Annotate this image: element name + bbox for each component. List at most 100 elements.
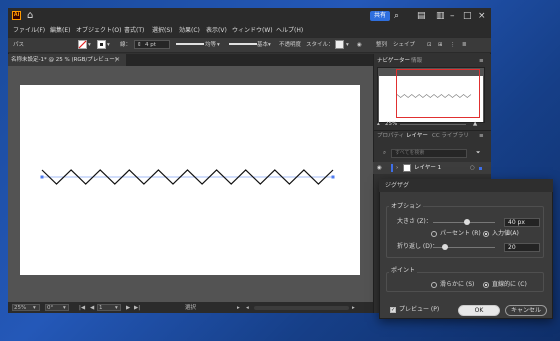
corner-radio[interactable]: [483, 282, 489, 288]
artboard-dropdown-icon[interactable]: ▾: [115, 304, 118, 312]
stroke-weight-value: 4 pt: [145, 42, 156, 48]
workspace-icon[interactable]: ▤: [417, 10, 426, 22]
tab-navigator[interactable]: ナビゲーター: [377, 56, 410, 66]
size-input[interactable]: 40 px: [504, 218, 540, 227]
stroke-dropdown-icon[interactable]: ▾: [107, 41, 110, 49]
transform-icon[interactable]: ⊡: [427, 41, 432, 49]
opacity-label[interactable]: 不透明度: [279, 41, 301, 49]
navigator-zoom-in-icon[interactable]: ▲: [473, 119, 477, 129]
desktop: { "app": { "logo": "Ai", "share_label": …: [0, 0, 560, 341]
layer-color-bar: [391, 164, 393, 172]
document-tab[interactable]: 名称未設定-1* @ 25 % (RGB/プレビュー): [8, 54, 126, 66]
smooth-label: 滑らかに (S): [440, 281, 475, 288]
panel-menu-icon[interactable]: ≣: [462, 41, 467, 49]
artboard-number: 1: [99, 305, 103, 311]
home-icon[interactable]: ⌂: [27, 10, 33, 22]
navigator-zoom-slider[interactable]: [400, 124, 466, 125]
recolor-icon[interactable]: ◉: [357, 41, 362, 49]
stroke-swatch[interactable]: [97, 40, 106, 49]
panel-menu-icon-top[interactable]: ≡: [479, 56, 484, 66]
layer-search-input[interactable]: すべてを検索: [391, 149, 467, 158]
menu-type[interactable]: 書式(T): [124, 26, 144, 35]
graphic-style-swatch[interactable]: [335, 40, 344, 49]
absolute-radio[interactable]: [483, 231, 489, 237]
first-artboard-icon[interactable]: |◀: [79, 304, 85, 312]
close-tab-icon[interactable]: ×: [115, 54, 123, 66]
ridges-input[interactable]: 20: [504, 243, 540, 252]
expand-layer-icon[interactable]: ›: [396, 163, 398, 173]
panel-menu-icon-bottom[interactable]: ≡: [479, 131, 484, 141]
status-menu-icon[interactable]: ▸: [237, 304, 240, 312]
close-window-icon[interactable]: ×: [478, 10, 486, 22]
cancel-button[interactable]: キャンセル: [505, 305, 547, 316]
smooth-radio[interactable]: [431, 282, 437, 288]
percent-label: パーセント (R): [440, 230, 481, 237]
brush-label: 基本: [257, 42, 269, 48]
rotation-value: 0°: [47, 305, 54, 311]
navigator-zoom-out-icon[interactable]: ▴: [377, 119, 380, 129]
share-button[interactable]: 共有: [370, 11, 390, 21]
style-dropdown-icon[interactable]: ▾: [346, 41, 349, 49]
layer-name[interactable]: レイヤー 1: [414, 163, 441, 173]
horizontal-scroll-left-icon[interactable]: ◂: [246, 304, 249, 312]
menu-window[interactable]: ウィンドウ(W): [232, 26, 273, 35]
illustrator-logo: Ai: [12, 11, 21, 20]
arrange-icon[interactable]: ▥: [436, 10, 445, 22]
menu-edit[interactable]: 編集(E): [50, 26, 70, 35]
stroke-stepper-icon[interactable]: ⇕: [137, 41, 142, 49]
minimize-icon[interactable]: –: [450, 10, 455, 22]
variable-width-profile[interactable]: [176, 43, 204, 45]
layer-search-icon: ⌕: [383, 150, 387, 156]
search-icon[interactable]: ⌕: [394, 10, 399, 22]
tab-cc-libraries[interactable]: CC ライブラリ: [432, 131, 469, 141]
path-anchor-start[interactable]: [40, 175, 44, 179]
tab-info[interactable]: 情報: [411, 56, 422, 66]
percent-radio[interactable]: [431, 231, 437, 237]
rotation-dropdown-icon[interactable]: ▾: [63, 304, 66, 312]
corner-label: 直線的に (C): [492, 281, 527, 288]
ok-button[interactable]: OK: [458, 305, 500, 316]
previous-artboard-icon[interactable]: ◀: [90, 304, 94, 312]
layer-target-icon[interactable]: ○: [470, 163, 475, 173]
path-anchor-end[interactable]: [331, 175, 335, 179]
absolute-label: 入力値(A): [492, 230, 519, 237]
menu-select[interactable]: 選択(S): [152, 26, 173, 35]
horizontal-scrollbar[interactable]: [254, 306, 349, 310]
profile-label: 均等: [205, 42, 217, 48]
shape-label[interactable]: シェイプ: [393, 41, 415, 49]
style-label: スタイル：: [306, 42, 334, 48]
points-heading: ポイント: [389, 267, 418, 275]
select-similar-icon[interactable]: ⋮: [450, 41, 456, 49]
layer-selection-indicator: [479, 167, 482, 170]
tab-layers[interactable]: レイヤー: [406, 131, 428, 141]
last-artboard-icon[interactable]: ▶|: [134, 304, 140, 312]
brush-definition[interactable]: [229, 43, 257, 45]
menu-help[interactable]: ヘルプ(H): [276, 26, 303, 35]
align-label[interactable]: 整列: [376, 41, 387, 49]
fill-swatch[interactable]: [78, 40, 87, 49]
tab-properties[interactable]: プロパティ: [377, 131, 404, 141]
menu-file[interactable]: ファイル(F): [13, 26, 45, 35]
visibility-eye-icon[interactable]: ◉: [377, 163, 382, 173]
menu-effect[interactable]: 効果(C): [179, 26, 200, 35]
preview-checkbox[interactable]: ✓: [390, 307, 396, 313]
menu-view[interactable]: 表示(V): [206, 26, 227, 35]
filter-icon[interactable]: ⏷: [476, 148, 480, 158]
maximize-icon[interactable]: □: [463, 10, 472, 22]
layer-thumbnail: [403, 164, 411, 172]
preview-label: プレビュー (P): [399, 306, 440, 313]
fill-dropdown-icon[interactable]: ▾: [88, 41, 91, 49]
menu-object[interactable]: オブジェクト(O): [76, 26, 121, 35]
horizontal-scroll-right-icon[interactable]: ▸: [352, 304, 355, 312]
profile-dropdown-icon[interactable]: ▾: [217, 41, 220, 49]
isolate-icon[interactable]: ⊞: [438, 41, 443, 49]
next-artboard-icon[interactable]: ▶: [126, 304, 130, 312]
zigzag-path[interactable]: [20, 85, 360, 275]
navigator-zoom-value[interactable]: 25%: [385, 119, 397, 129]
current-tool-label: 選択: [185, 305, 197, 311]
brush-dropdown-icon[interactable]: ▾: [268, 41, 271, 49]
zoom-dropdown-icon[interactable]: ▾: [33, 304, 36, 312]
zoom-value: 25%: [14, 305, 27, 311]
navigator-view-box[interactable]: [396, 69, 480, 118]
stroke-label: 線：: [120, 42, 132, 48]
